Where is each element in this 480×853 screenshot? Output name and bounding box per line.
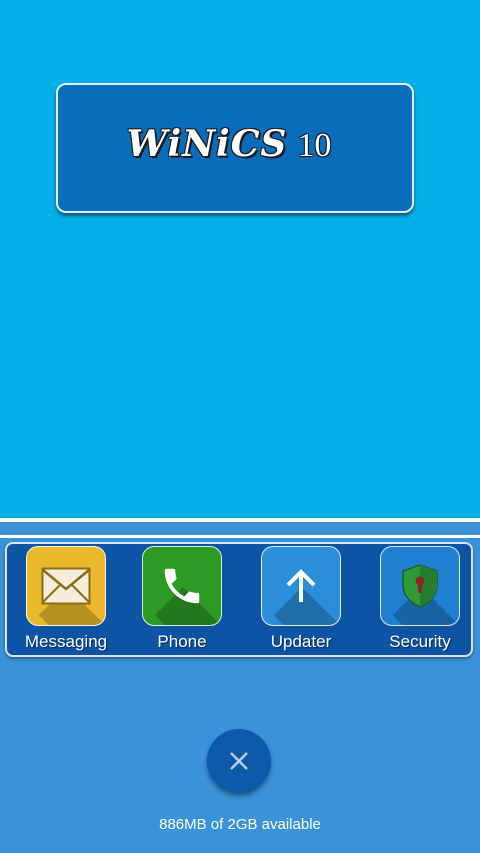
top-background (0, 0, 480, 520)
divider-line-lower (0, 535, 480, 538)
divider-band (0, 522, 480, 535)
dock-label-phone: Phone (157, 632, 207, 651)
up-arrow-icon (286, 569, 316, 602)
dock-item-updater[interactable]: Updater (246, 546, 356, 656)
dock-item-phone[interactable]: Phone (127, 546, 237, 656)
app-dock: Messaging Phone Updater Security (5, 542, 473, 657)
dock-item-messaging[interactable]: Messaging (11, 546, 121, 656)
title-number: 10 (297, 127, 332, 164)
title-word: WiNiCS (126, 123, 288, 165)
dock-label-security: Security (389, 632, 451, 651)
updater-app-icon[interactable] (261, 546, 341, 626)
phone-app-icon[interactable] (142, 546, 222, 626)
close-icon (230, 752, 248, 770)
close-button[interactable] (207, 729, 271, 793)
dock-item-security[interactable]: Security (365, 546, 475, 656)
dock-label-updater: Updater (270, 632, 332, 651)
memory-status-text: 886MB of 2GB available (159, 816, 321, 833)
phone-handset-icon (164, 568, 200, 604)
app-title: WiNiCS 10 (127, 123, 332, 165)
security-app-icon[interactable] (380, 546, 460, 626)
shield-lock-icon (402, 564, 438, 608)
envelope-icon (41, 567, 91, 605)
messaging-app-icon[interactable] (26, 546, 106, 626)
dock-label-messaging: Messaging (24, 632, 108, 651)
title-banner: WiNiCS 10 (56, 83, 414, 213)
